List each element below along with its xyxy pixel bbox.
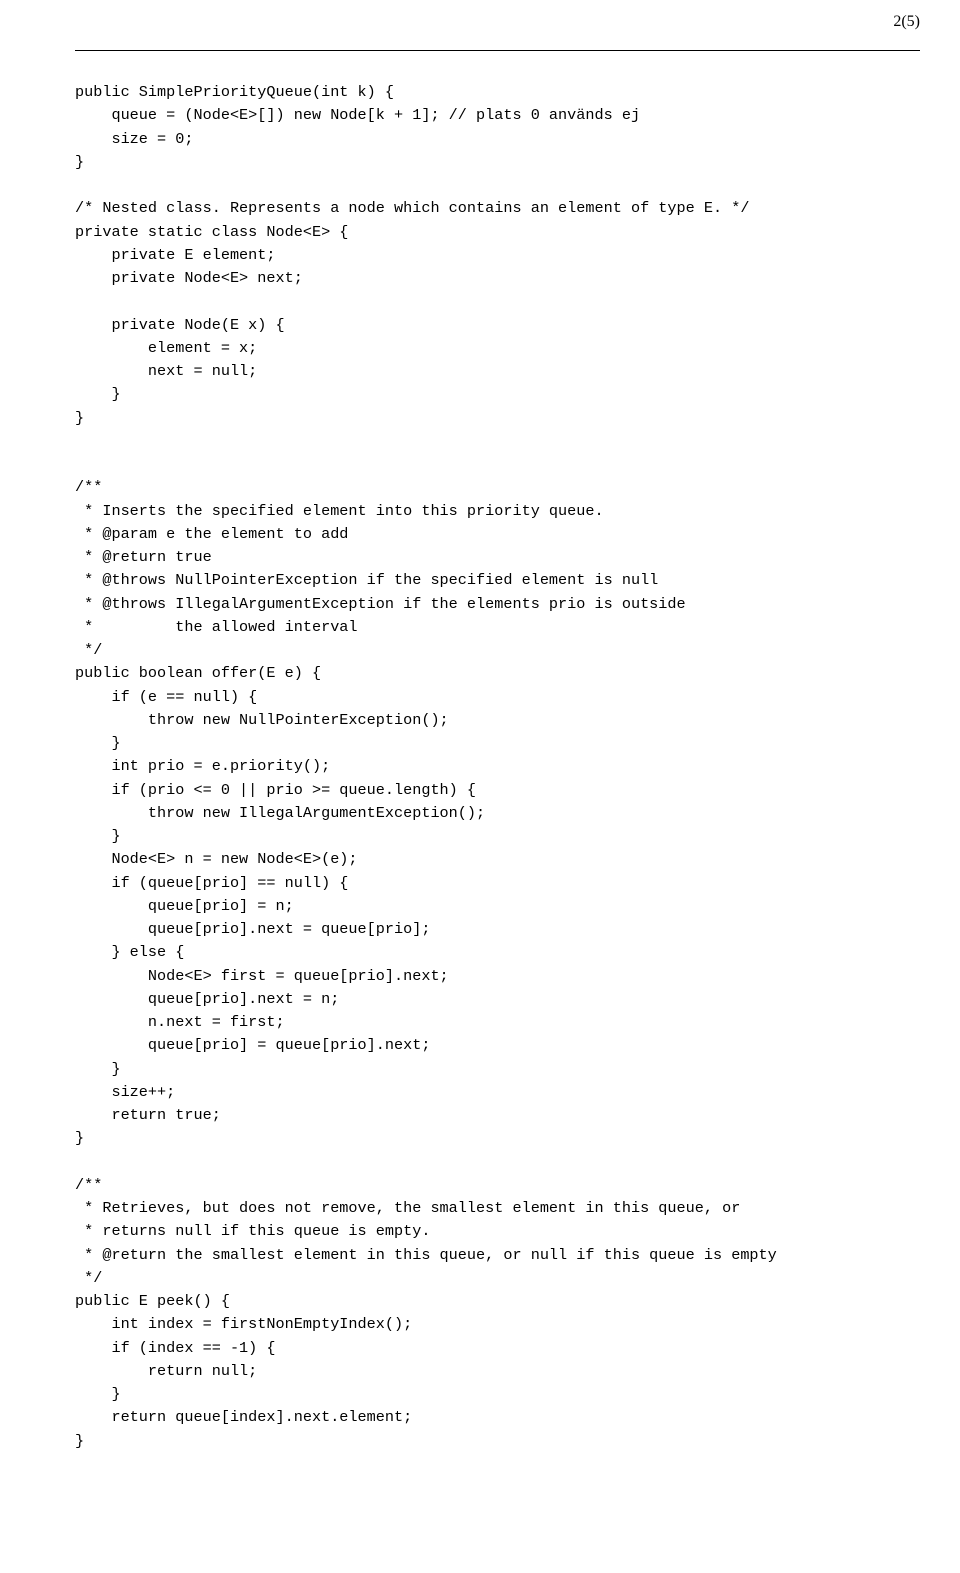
code-block: public SimplePriorityQueue(int k) { queu… [75,81,920,1453]
page-number: 2(5) [893,10,920,35]
document-page: 2(5) public SimplePriorityQueue(int k) {… [0,0,960,1573]
header-rule [75,50,920,51]
